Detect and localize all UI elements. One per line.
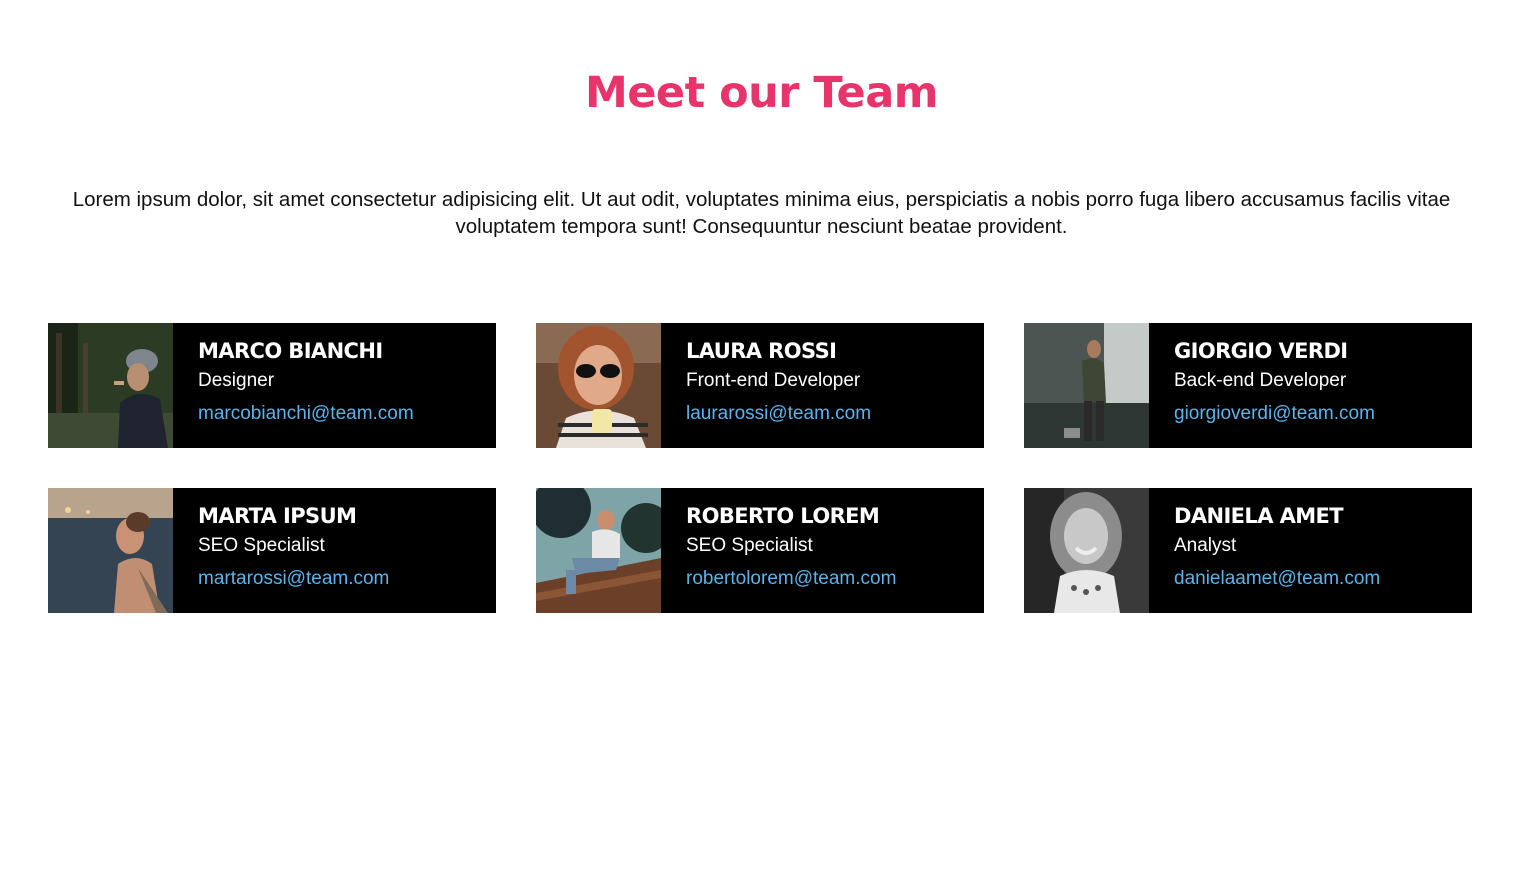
team-card-roberto-lorem: ROBERTO LOREM SEO Specialist robertolore… bbox=[536, 488, 984, 613]
member-name: MARCO BIANCHI bbox=[198, 339, 383, 363]
avatar bbox=[536, 488, 661, 613]
avatar bbox=[536, 323, 661, 448]
team-card-marta-ipsum: MARTA IPSUM SEO Specialist martarossi@te… bbox=[48, 488, 496, 613]
avatar bbox=[48, 323, 173, 448]
member-role: Designer bbox=[198, 370, 275, 391]
member-role: Back-end Developer bbox=[1174, 370, 1347, 391]
member-name: DANIELA AMET bbox=[1174, 504, 1344, 528]
team-card-giorgio-verdi: GIORGIO VERDI Back-end Developer giorgio… bbox=[1024, 323, 1472, 448]
member-role: SEO Specialist bbox=[198, 535, 325, 556]
member-name: LAURA ROSSI bbox=[686, 339, 837, 363]
intro-text: Lorem ipsum dolor, sit amet consectetur … bbox=[72, 188, 1451, 238]
member-email-link[interactable]: danielaamet@team.com bbox=[1174, 567, 1380, 591]
team-card-laura-rossi: LAURA ROSSI Front-end Developer lauraros… bbox=[536, 323, 984, 448]
team-card-marco-bianchi: MARCO BIANCHI Designer marcobianchi@team… bbox=[48, 323, 496, 448]
team-page: Meet our Team Lorem ipsum dolor, sit ame… bbox=[0, 0, 1523, 892]
avatar bbox=[48, 488, 173, 613]
member-name: ROBERTO LOREM bbox=[686, 504, 880, 528]
team-grid: MARCO BIANCHI Designer marcobianchi@team… bbox=[48, 323, 1472, 613]
member-email-link[interactable]: marcobianchi@team.com bbox=[198, 402, 414, 426]
page-title: Meet our Team bbox=[584, 68, 939, 118]
avatar bbox=[1024, 488, 1149, 613]
member-role: SEO Specialist bbox=[686, 535, 813, 556]
member-email-link[interactable]: martarossi@team.com bbox=[198, 567, 389, 591]
team-card-daniela-amet: DANIELA AMET Analyst danielaamet@team.co… bbox=[1024, 488, 1472, 613]
member-name: MARTA IPSUM bbox=[198, 504, 357, 528]
avatar bbox=[1024, 323, 1149, 448]
member-role: Analyst bbox=[1174, 535, 1237, 556]
member-role: Front-end Developer bbox=[686, 370, 861, 391]
member-email-link[interactable]: laurarossi@team.com bbox=[686, 402, 871, 426]
member-email-link[interactable]: robertolorem@team.com bbox=[686, 567, 896, 591]
member-email-link[interactable]: giorgioverdi@team.com bbox=[1174, 402, 1375, 426]
member-name: GIORGIO VERDI bbox=[1174, 339, 1348, 363]
